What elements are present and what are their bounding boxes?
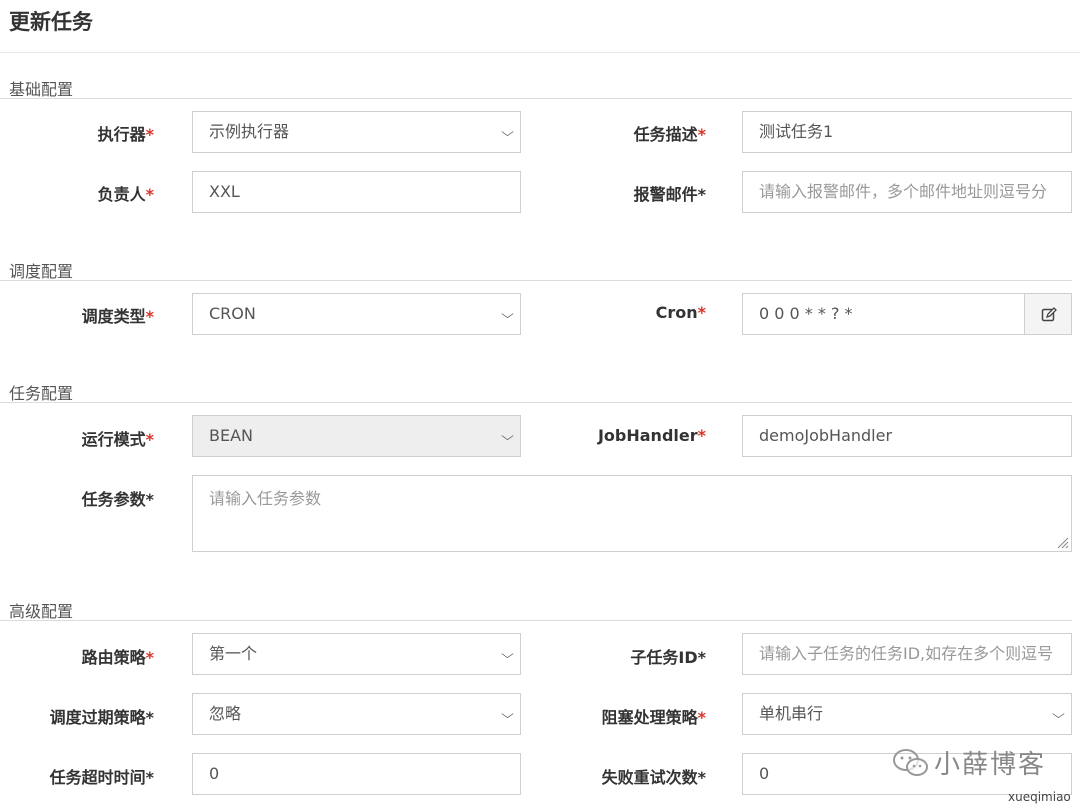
wechat-icon: [893, 749, 928, 776]
schedule-type-label: 调度类型*: [81, 307, 154, 326]
executor-select[interactable]: 示例执行器 ⌵: [192, 111, 521, 153]
watermark-subtext: xueqimiao: [1008, 790, 1071, 804]
executor-label: 执行器*: [97, 125, 154, 144]
section-title-task: 任务配置: [9, 384, 74, 403]
job-handler-value: demoJobHandler: [759, 426, 893, 445]
block-strategy-value: 单机串行: [759, 704, 824, 723]
run-mode-label: 运行模式*: [81, 430, 154, 449]
schedule-type-select[interactable]: CRON ⌵: [192, 293, 521, 335]
child-task-id-label: 子任务ID*: [630, 648, 706, 667]
timeout-value: 0: [209, 764, 220, 783]
chevron-down-icon: ⌵: [501, 307, 514, 321]
section-title-advanced: 高级配置: [9, 602, 74, 621]
executor-value: 示例执行器: [209, 122, 290, 141]
section-title-basic: 基础配置: [9, 80, 74, 99]
misfire-strategy-value: 忽略: [209, 704, 242, 723]
schedule-type-value: CRON: [209, 304, 256, 323]
cron-label: Cron*: [655, 303, 706, 322]
retry-count-value: 0: [759, 764, 770, 783]
task-desc-value: 测试任务1: [759, 122, 834, 141]
resize-handle-icon[interactable]: [1055, 535, 1069, 549]
chevron-down-icon: ⌵: [501, 429, 514, 443]
chevron-down-icon: ⌵: [1052, 707, 1065, 721]
route-strategy-select[interactable]: 第一个 ⌵: [192, 633, 521, 675]
section-divider: [0, 620, 1072, 621]
job-handler-input[interactable]: demoJobHandler: [742, 415, 1072, 457]
task-params-label: 任务参数*: [81, 490, 154, 509]
task-params-textarea[interactable]: 请输入任务参数: [192, 475, 1072, 552]
owner-value: XXL: [209, 182, 240, 201]
timeout-input[interactable]: 0: [192, 753, 521, 795]
alarm-email-input[interactable]: 请输入报警邮件，多个邮件地址则逗号分: [742, 171, 1072, 213]
chevron-down-icon: ⌵: [501, 125, 514, 139]
section-divider: [0, 280, 1072, 281]
run-mode-value: BEAN: [209, 426, 253, 445]
alarm-email-label: 报警邮件*: [633, 185, 706, 204]
edit-icon: [1041, 307, 1057, 322]
run-mode-select: BEAN ⌵: [192, 415, 521, 457]
alarm-email-placeholder: 请输入报警邮件，多个邮件地址则逗号分: [759, 182, 1048, 201]
job-handler-label: JobHandler*: [597, 426, 706, 445]
route-strategy-label: 路由策略*: [81, 648, 154, 667]
cron-edit-button[interactable]: [1024, 293, 1072, 335]
section-divider: [0, 402, 1072, 403]
task-params-placeholder: 请输入任务参数: [209, 489, 322, 508]
page-title: 更新任务: [9, 10, 93, 34]
chevron-down-icon: ⌵: [501, 647, 514, 661]
watermark-text: 小薛博客: [934, 750, 1047, 780]
chevron-down-icon: ⌵: [501, 707, 514, 721]
modal-header: 更新任务: [0, 0, 1080, 53]
block-strategy-select[interactable]: 单机串行 ⌵: [742, 693, 1072, 735]
misfire-strategy-select[interactable]: 忽略 ⌵: [192, 693, 521, 735]
retry-count-label: 失败重试次数*: [601, 768, 706, 787]
owner-label: 负责人*: [97, 185, 154, 204]
child-task-id-input[interactable]: 请输入子任务的任务ID,如存在多个则逗号: [742, 633, 1072, 675]
block-strategy-label: 阻塞处理策略*: [601, 708, 706, 727]
misfire-strategy-label: 调度过期策略*: [49, 708, 154, 727]
child-task-id-placeholder: 请输入子任务的任务ID,如存在多个则逗号: [759, 644, 1054, 663]
cron-value: 0 0 0 * * ? *: [759, 304, 853, 323]
timeout-label: 任务超时时间*: [49, 768, 154, 787]
owner-input[interactable]: XXL: [192, 171, 521, 213]
section-title-schedule: 调度配置: [9, 262, 74, 281]
task-desc-label: 任务描述*: [633, 125, 706, 144]
route-strategy-value: 第一个: [209, 644, 258, 663]
cron-input[interactable]: 0 0 0 * * ? *: [742, 293, 1025, 335]
section-divider: [0, 98, 1072, 99]
task-desc-input[interactable]: 测试任务1: [742, 111, 1072, 153]
